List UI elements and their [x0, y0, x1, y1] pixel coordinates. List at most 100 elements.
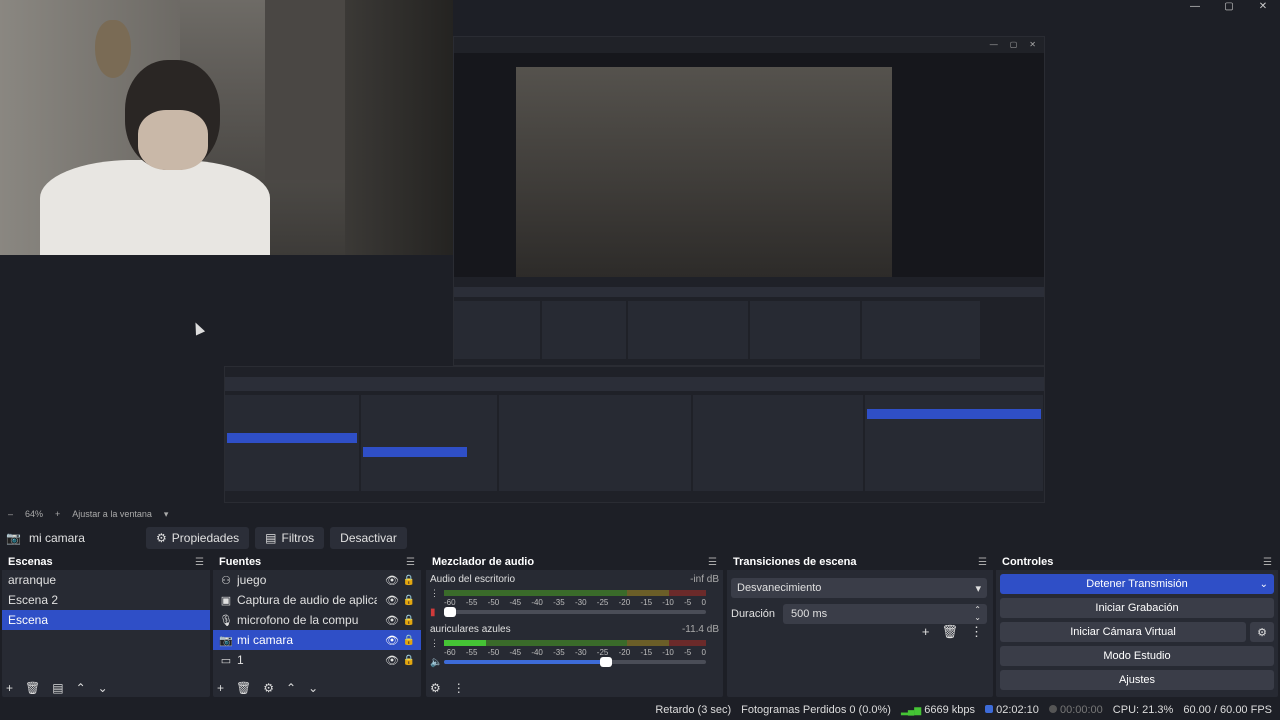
- slider-handle[interactable]: [600, 657, 613, 667]
- preview-canvas[interactable]: — ▢ ✕: [0, 0, 1280, 507]
- maximize-icon[interactable]: ▢: [1212, 0, 1246, 14]
- visibility-eye-icon[interactable]: 👁: [385, 594, 399, 607]
- lock-icon[interactable]: 🔒: [403, 655, 415, 666]
- zoom-in-button[interactable]: +: [55, 509, 60, 519]
- visibility-eye-icon[interactable]: 👁: [385, 634, 399, 647]
- duration-input[interactable]: 500 ms ⌃ ⌄: [783, 604, 987, 624]
- scenes-dock: Escenas ☰ arranque Escena 2 Escena + 🗑 ▤ ⌃…: [2, 554, 210, 697]
- duration-row: Duración 500 ms ⌃ ⌄: [731, 604, 987, 624]
- microphone-icon: 🎙: [219, 614, 233, 627]
- meter-tick: -30: [574, 648, 587, 657]
- meter-tick: -5: [684, 598, 692, 607]
- scene-list: arranque Escena 2 Escena: [2, 570, 210, 630]
- add-icon[interactable]: +: [6, 681, 13, 695]
- move-up-icon[interactable]: ⌃: [286, 681, 296, 695]
- dock-menu-icon[interactable]: ☰: [406, 557, 415, 568]
- add-icon[interactable]: +: [922, 624, 930, 640]
- meter-tick: -15: [640, 648, 653, 657]
- gear-icon: ⚙: [1257, 626, 1267, 639]
- meter-tick: -10: [662, 648, 674, 657]
- zoom-bar: – 64% + Ajustar a la ventana ▾: [0, 507, 1280, 521]
- meter-tick: -20: [618, 648, 631, 657]
- trash-icon[interactable]: 🗑: [236, 681, 251, 695]
- camera-icon: 📷: [6, 530, 21, 545]
- studio-mode-button[interactable]: Modo Estudio: [1000, 646, 1274, 666]
- move-down-icon[interactable]: ⌄: [98, 681, 108, 695]
- channel-menu-icon[interactable]: ⋮: [430, 638, 439, 649]
- source-toolbar: 📷 mi camara ⚙ Propiedades ▤ Filtros Desa…: [0, 521, 1280, 554]
- bitrate-status: ▂▄▆ 6669 kbps: [901, 704, 975, 716]
- source-item[interactable]: ▭ 1 👁 🔒: [213, 650, 421, 670]
- window-controls: — ▢ ✕: [1178, 0, 1280, 14]
- slider-handle[interactable]: [444, 607, 456, 617]
- scene-item[interactable]: arranque: [2, 570, 210, 590]
- scene-item[interactable]: Escena: [2, 610, 210, 630]
- settings-button[interactable]: Ajustes: [1000, 670, 1274, 690]
- filter-icon[interactable]: ▤: [52, 681, 63, 695]
- visibility-eye-icon[interactable]: 👁: [385, 654, 399, 667]
- source-item[interactable]: 📷 mi camara 👁 🔒: [213, 630, 421, 650]
- gear-icon[interactable]: ⚙: [263, 681, 274, 695]
- deactivate-button[interactable]: Desactivar: [330, 526, 407, 549]
- lock-icon[interactable]: 🔒: [403, 595, 415, 606]
- lock-icon[interactable]: 🔒: [403, 615, 415, 626]
- volume-meter: [444, 640, 706, 646]
- channel-menu-icon[interactable]: ⋮: [430, 588, 439, 599]
- channel-name: auriculares azules: [430, 624, 511, 635]
- trash-icon[interactable]: 🗑: [941, 624, 958, 640]
- mixer-channels: Audio del escritorio -inf dB ⋮ -60 -55 -50 -45…: [426, 570, 723, 670]
- start-virtual-camera-button[interactable]: Iniciar Cámara Virtual: [1000, 622, 1246, 642]
- speaker-icon[interactable]: 🔈: [430, 657, 442, 668]
- meter-level: [444, 640, 486, 646]
- fps-status: 60.00 / 60.00 FPS: [1183, 704, 1272, 716]
- chevron-down-icon[interactable]: ⌄: [1260, 579, 1268, 590]
- stop-stream-button[interactable]: Detener Transmisión ⌄: [1000, 574, 1274, 594]
- virtual-camera-settings-button[interactable]: ⚙: [1250, 622, 1274, 642]
- close-icon[interactable]: ✕: [1246, 0, 1280, 14]
- meter-tick: -10: [662, 598, 674, 607]
- selected-source: 📷 mi camara: [6, 531, 146, 545]
- properties-button[interactable]: ⚙ Propiedades: [146, 526, 250, 549]
- visibility-eye-icon[interactable]: 👁: [385, 614, 399, 627]
- lock-icon[interactable]: 🔒: [403, 635, 415, 646]
- move-up-icon[interactable]: ⌃: [76, 681, 86, 695]
- start-recording-button[interactable]: Iniciar Grabación: [1000, 598, 1274, 618]
- dock-menu-icon[interactable]: ☰: [1263, 557, 1272, 568]
- minimize-icon[interactable]: —: [1178, 0, 1212, 14]
- source-label: 1: [237, 653, 244, 667]
- stream-time-value: 02:02:10: [996, 704, 1039, 716]
- spinner-icon[interactable]: ⌃ ⌄: [974, 606, 981, 622]
- dock-menu-icon[interactable]: ☰: [195, 557, 204, 568]
- zoom-out-button[interactable]: –: [8, 509, 13, 519]
- add-icon[interactable]: +: [217, 681, 224, 695]
- source-item[interactable]: 🎙 microfono de la compu 👁 🔒: [213, 610, 421, 630]
- filter-icon: ▤: [265, 530, 277, 545]
- dock-menu-icon[interactable]: ☰: [708, 557, 717, 568]
- move-down-icon[interactable]: ⌄: [308, 681, 318, 695]
- scene-item[interactable]: Escena 2: [2, 590, 210, 610]
- trash-icon[interactable]: 🗑: [25, 681, 40, 695]
- source-item[interactable]: ▣ Captura de audio de aplicación (BET 👁 🔒: [213, 590, 421, 610]
- speaker-icon[interactable]: ▮: [430, 607, 436, 618]
- cpu-status: CPU: 21.3%: [1112, 704, 1174, 716]
- meter-tick: -15: [640, 598, 653, 607]
- fit-to-window-button[interactable]: Ajustar a la ventana: [72, 509, 152, 519]
- volume-slider[interactable]: [444, 607, 706, 617]
- more-options-icon[interactable]: ⋮: [970, 624, 983, 640]
- stream-time-status: 02:02:10: [985, 704, 1039, 716]
- delay-status: Retardo (3 sec): [655, 704, 732, 716]
- more-options-icon[interactable]: ⋮: [453, 681, 465, 695]
- volume-slider[interactable]: [444, 657, 706, 667]
- audio-settings-icon[interactable]: ⚙: [430, 681, 441, 695]
- source-item[interactable]: ⚇ juego 👁 🔒: [213, 570, 421, 590]
- camera-icon: 📷: [219, 634, 233, 647]
- transitions-toolbar: + 🗑 ⋮: [922, 624, 983, 640]
- filters-button[interactable]: ▤ Filtros: [255, 526, 325, 549]
- meter-ticks: -60 -55 -50 -45 -40 -35 -30 -25 -20 -15 -10 -5 0: [444, 648, 706, 657]
- chevron-down-icon[interactable]: ▾: [164, 509, 169, 520]
- transition-select[interactable]: Desvanecimiento ▾: [731, 578, 987, 598]
- dropped-frames-status: Fotogramas Perdidos 0 (0.0%): [741, 704, 891, 716]
- lock-icon[interactable]: 🔒: [403, 575, 415, 586]
- dock-menu-icon[interactable]: ☰: [978, 557, 987, 568]
- visibility-eye-icon[interactable]: 👁: [385, 574, 399, 587]
